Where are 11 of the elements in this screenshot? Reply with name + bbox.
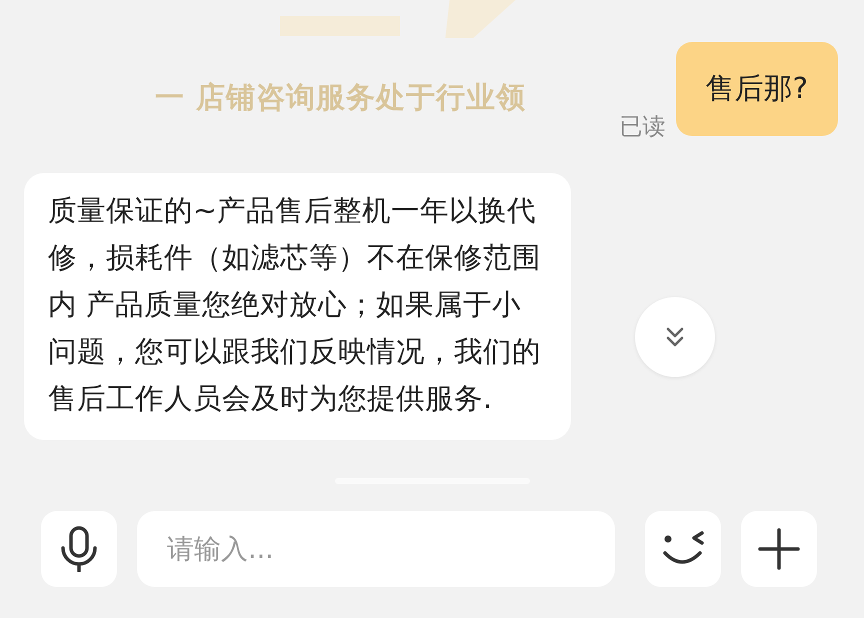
read-status: 已读	[620, 113, 666, 142]
double-chevron-down-icon	[665, 326, 685, 348]
emoji-button[interactable]	[645, 511, 721, 587]
microphone-icon	[59, 526, 99, 572]
add-button[interactable]	[741, 511, 817, 587]
message-input[interactable]: 请输入...	[137, 511, 615, 587]
message-bubble: 质量保证的~产品售后整机一年以换代 修，损耗件（如滤芯等）不在保修范围 内 产品质量您绝对放心；如果属于小 问题，您可以跟我们反映情况，我们的 售后工作人员会及时为您提供服务.	[24, 173, 571, 440]
plus-icon	[758, 528, 800, 570]
message-bubble: 售后那?	[676, 42, 838, 136]
voice-button[interactable]	[41, 511, 117, 587]
banner-text: 一 店铺咨询服务处于行业领	[155, 79, 526, 116]
